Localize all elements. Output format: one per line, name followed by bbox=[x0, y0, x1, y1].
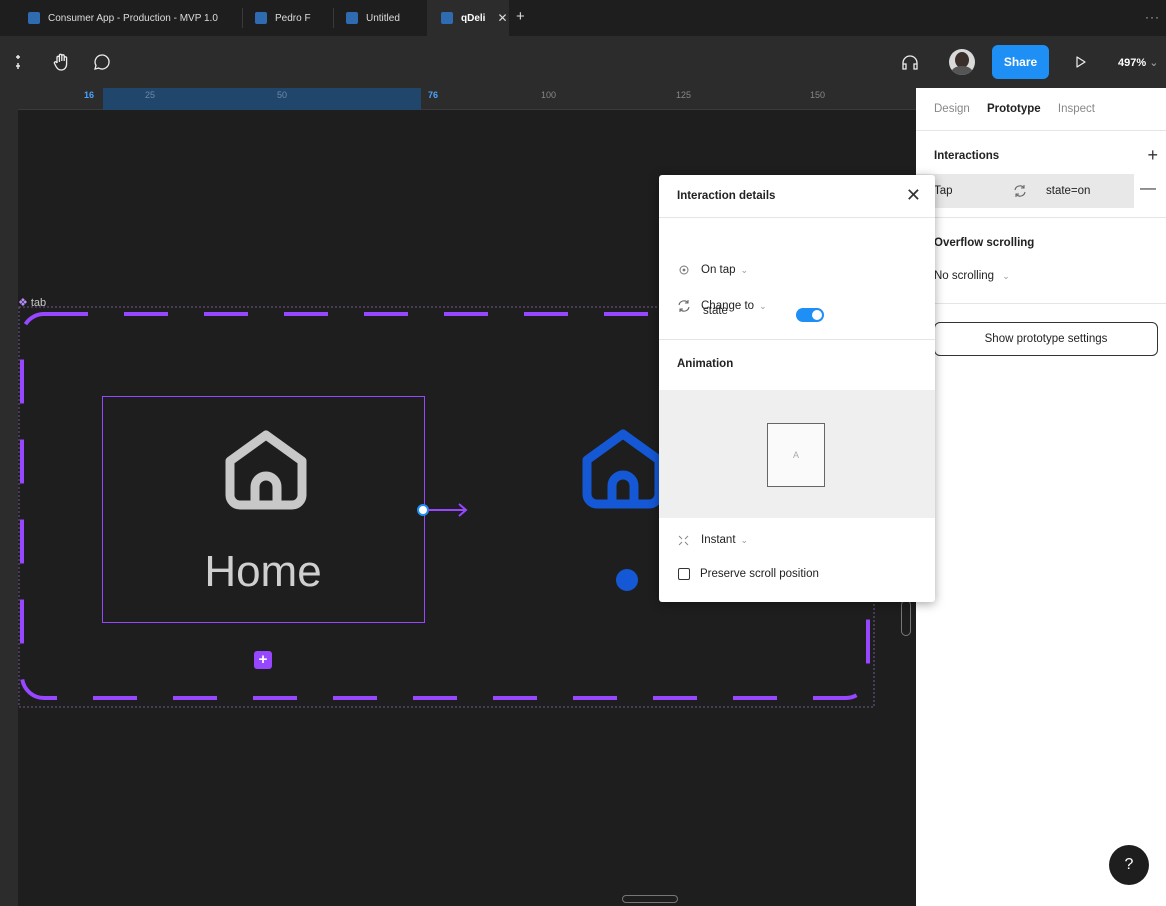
ruler-tick: 76 bbox=[428, 90, 439, 100]
remove-interaction-minus-icon[interactable]: — bbox=[1140, 180, 1156, 198]
animation-title: Animation bbox=[677, 358, 734, 370]
comment-tool-icon[interactable] bbox=[93, 53, 111, 71]
component-tool-icon[interactable] bbox=[16, 54, 26, 70]
panel-tabs: Design Prototype Inspect bbox=[934, 103, 1109, 115]
home-label: Home bbox=[204, 547, 322, 596]
state-toggle[interactable] bbox=[796, 308, 824, 322]
chevron-down-icon: ⌄ bbox=[759, 300, 767, 311]
transition-dropdown[interactable]: Instant ⌄ bbox=[678, 534, 748, 546]
zoom-level: 497% bbox=[1118, 57, 1147, 69]
overflow-scrolling-title: Overflow scrolling bbox=[934, 237, 1035, 249]
show-prototype-settings-button[interactable]: Show prototype settings bbox=[934, 322, 1158, 356]
share-button[interactable]: Share bbox=[992, 45, 1049, 79]
tab-pedro-f[interactable]: Pedro F bbox=[243, 0, 333, 36]
tab-label: qDeli bbox=[461, 12, 486, 24]
target-icon bbox=[679, 265, 689, 275]
animation-preview: A bbox=[659, 390, 935, 518]
home-icon-active bbox=[582, 429, 664, 509]
interaction-value: state=on bbox=[1046, 185, 1091, 197]
headphones-icon[interactable] bbox=[901, 54, 919, 70]
more-icon[interactable]: ··· bbox=[1145, 10, 1160, 24]
close-icon[interactable]: ✕ bbox=[497, 11, 507, 25]
ruler-tick: 16 bbox=[84, 90, 95, 100]
top-ruler: 16 25 50 76 100 125 150 bbox=[18, 88, 916, 110]
ruler-tick: 100 bbox=[541, 90, 557, 100]
hand-tool-icon[interactable] bbox=[52, 52, 72, 72]
tab-prototype[interactable]: Prototype bbox=[987, 103, 1041, 115]
instant-transition-icon bbox=[678, 535, 689, 545]
tab-label: Consumer App - Production - MVP 1.0 bbox=[48, 12, 218, 24]
tab-label: Untitled bbox=[366, 12, 400, 24]
trigger-dropdown[interactable]: On tap ⌄ bbox=[679, 264, 748, 276]
transition-label: Instant bbox=[701, 534, 736, 546]
file-icon bbox=[346, 12, 358, 24]
scrollbar[interactable] bbox=[901, 600, 911, 636]
preserve-scroll-checkbox[interactable] bbox=[678, 568, 690, 580]
home-tab-variant-off[interactable]: Home bbox=[102, 396, 425, 623]
tab-qdeli[interactable]: qDeli ✕ bbox=[427, 0, 509, 36]
file-icon bbox=[255, 12, 267, 24]
help-button[interactable]: ? bbox=[1109, 845, 1149, 885]
chevron-down-icon: ⌄ bbox=[1002, 271, 1010, 281]
add-interaction-plus-icon[interactable]: + bbox=[1147, 145, 1158, 166]
new-tab-plus-icon[interactable]: + bbox=[516, 8, 525, 25]
change-to-icon bbox=[678, 300, 690, 312]
chevron-down-icon: ⌄ bbox=[1149, 57, 1159, 69]
ruler-tick: 125 bbox=[676, 90, 692, 100]
state-property-label: state bbox=[703, 305, 728, 317]
divider bbox=[659, 339, 935, 340]
active-indicator-dot bbox=[616, 569, 638, 591]
overflow-dropdown[interactable]: No scrolling ⌄ bbox=[934, 270, 1010, 282]
bottom-handle[interactable] bbox=[622, 895, 678, 903]
ruler-tick: 25 bbox=[145, 90, 156, 100]
figma-window: Consumer App - Production - MVP 1.0 Pedr… bbox=[0, 0, 1166, 906]
popup-title: Interaction details bbox=[677, 190, 776, 202]
ruler-tick: 150 bbox=[810, 90, 826, 100]
interaction-trigger: Tap bbox=[934, 185, 953, 197]
preserve-scroll-option[interactable]: Preserve scroll position bbox=[678, 568, 819, 580]
tab-bar: Consumer App - Production - MVP 1.0 Pedr… bbox=[0, 0, 1166, 36]
properties-panel: Design Prototype Inspect Interactions + … bbox=[916, 88, 1166, 906]
divider bbox=[916, 303, 1166, 304]
change-to-icon bbox=[1014, 185, 1026, 197]
interaction-row[interactable]: Tap state=on bbox=[916, 174, 1134, 208]
preview-frame: A bbox=[767, 423, 825, 487]
divider bbox=[659, 217, 935, 218]
preserve-scroll-label: Preserve scroll position bbox=[700, 568, 819, 580]
zoom-dropdown[interactable]: 497% ⌄ bbox=[1118, 56, 1158, 69]
tab-design[interactable]: Design bbox=[934, 103, 970, 115]
tab-label: Pedro F bbox=[275, 12, 311, 24]
tab-consumer-app[interactable]: Consumer App - Production - MVP 1.0 bbox=[18, 0, 242, 36]
interaction-details-popup: Interaction details ✕ On tap ⌄ Change to… bbox=[659, 175, 935, 602]
prototype-connection-arrow[interactable] bbox=[416, 502, 472, 518]
tab-untitled[interactable]: Untitled bbox=[334, 0, 426, 36]
close-icon[interactable]: ✕ bbox=[906, 185, 921, 206]
chevron-down-icon: ⌄ bbox=[740, 534, 749, 545]
divider bbox=[916, 217, 1166, 218]
file-icon bbox=[28, 12, 40, 24]
tab-inspect[interactable]: Inspect bbox=[1058, 103, 1095, 115]
home-icon bbox=[225, 430, 307, 510]
present-play-icon[interactable] bbox=[1075, 56, 1087, 68]
chevron-down-icon: ⌄ bbox=[740, 264, 749, 275]
avatar[interactable] bbox=[949, 49, 975, 75]
file-icon bbox=[441, 12, 453, 24]
ruler-tick: 50 bbox=[277, 90, 288, 100]
interactions-title: Interactions bbox=[934, 150, 1000, 162]
trigger-label: On tap bbox=[701, 264, 736, 276]
add-variant-plus-icon[interactable]: + bbox=[254, 651, 272, 669]
divider bbox=[916, 130, 1166, 131]
